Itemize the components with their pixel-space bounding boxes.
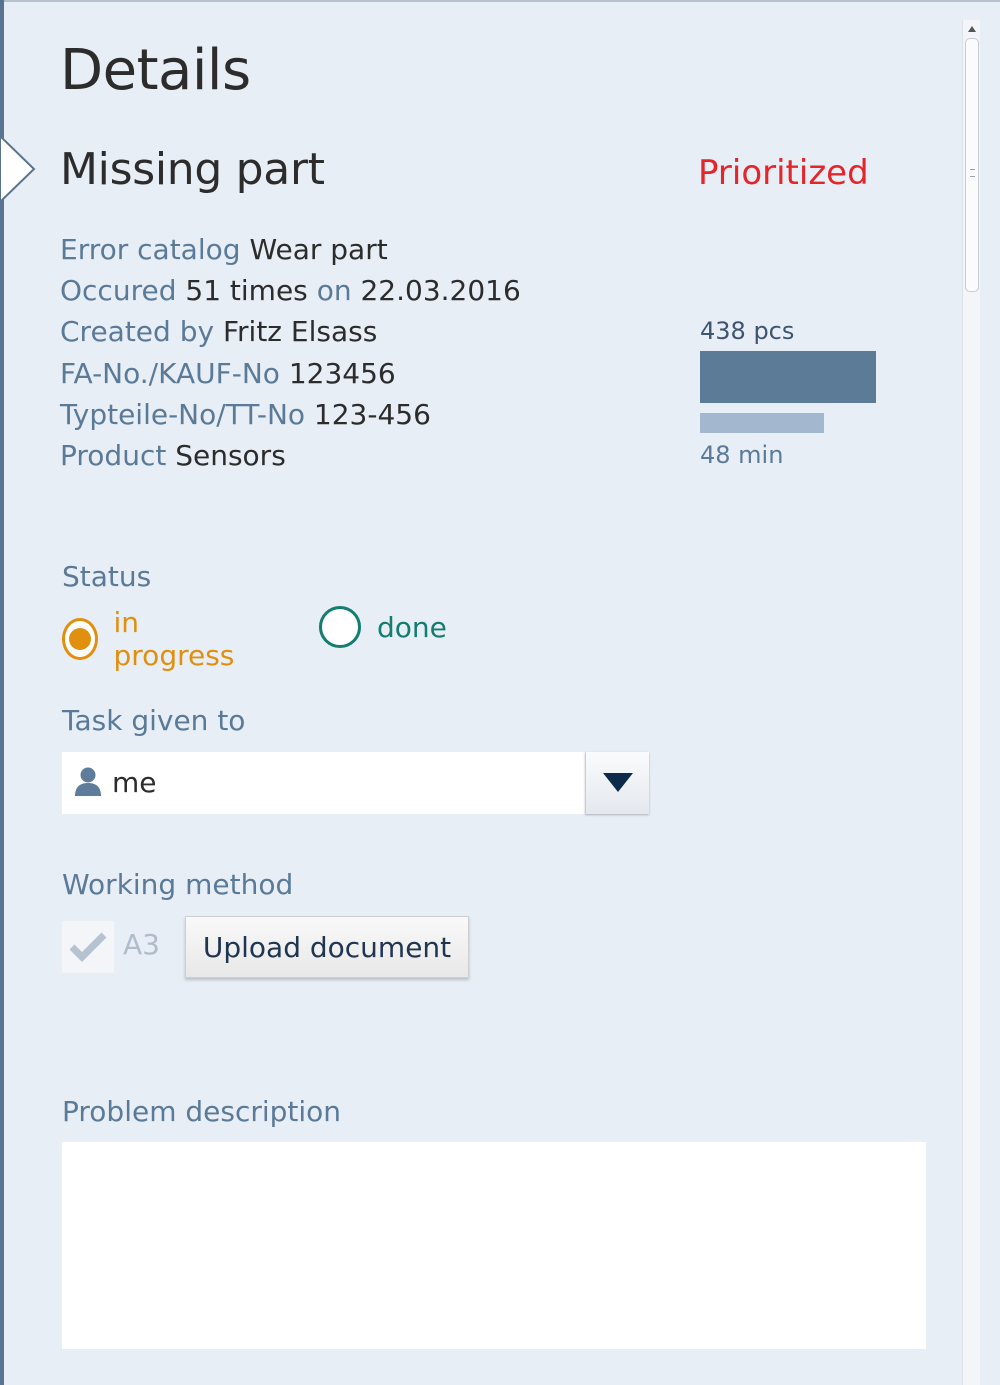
error-catalog-value: Wear part <box>249 233 388 266</box>
status-option-label: in progress <box>113 606 235 672</box>
occured-label: Occured <box>60 274 177 308</box>
problem-description-input[interactable] <box>62 1142 926 1349</box>
task-assignee-value: me <box>112 766 157 799</box>
typteile-value: 123-456 <box>313 397 431 431</box>
window-left-border <box>0 0 4 1385</box>
panel-pointer-arrow <box>0 136 36 202</box>
vertical-scrollbar[interactable] <box>962 20 980 1385</box>
chevron-down-icon <box>602 773 633 792</box>
error-catalog-label: Error catalog <box>60 233 241 266</box>
status-option-label: done <box>377 610 447 644</box>
typteile-label: Typteile-No/TT-No <box>60 397 306 431</box>
radio-selected-icon <box>62 618 98 660</box>
info-row-typteile: Typteile-No/TT-No 123-456 <box>60 394 521 435</box>
page-title: Details <box>60 38 251 103</box>
window-top-border <box>0 0 1000 2</box>
status-radio-in-progress[interactable]: in progress <box>62 606 241 672</box>
dropdown-button[interactable] <box>585 752 649 814</box>
status-label: Status <box>62 560 152 593</box>
upload-document-button[interactable]: Upload document <box>185 916 469 978</box>
task-label: Task given to <box>62 704 246 737</box>
on-label: on <box>316 274 352 308</box>
created-by-value: Fritz Elsass <box>222 315 378 349</box>
occured-date: 22.03.2016 <box>360 274 521 308</box>
minutes-bar <box>700 413 824 433</box>
a3-checkbox-label: A3 <box>123 928 160 961</box>
status-radio-done[interactable]: done <box>319 606 447 648</box>
checkmark-icon <box>69 932 107 962</box>
problem-description-label: Problem description <box>62 1095 342 1128</box>
priority-badge: Prioritized <box>698 153 869 193</box>
occured-count: 51 times <box>185 274 308 308</box>
info-row-error-catalog: Error catalog Wear part <box>60 229 521 270</box>
user-icon <box>75 767 101 796</box>
a3-checkbox[interactable] <box>62 921 114 973</box>
info-row-occured: Occured 51 times on 22.03.2016 <box>60 270 521 311</box>
fa-no-label: FA-No./KAUF-No <box>60 356 280 390</box>
pieces-metric: 438 pcs <box>700 317 795 345</box>
issue-title: Missing part <box>60 144 325 195</box>
issue-info-list: Error catalog Wear part Occured 51 times… <box>60 229 521 476</box>
task-assignee-select[interactable]: me <box>62 752 649 814</box>
radio-unselected-icon <box>319 606 361 648</box>
scrollbar-thumb[interactable] <box>965 38 979 292</box>
scroll-grip-icon <box>970 169 975 177</box>
minutes-metric: 48 min <box>700 441 784 469</box>
pieces-bar <box>700 351 876 403</box>
created-by-label: Created by <box>60 315 215 349</box>
info-row-fa-no: FA-No./KAUF-No 123456 <box>60 353 521 394</box>
fa-no-value: 123456 <box>288 356 396 390</box>
info-row-product: Product Sensors <box>60 435 521 476</box>
product-value: Sensors <box>175 439 286 473</box>
scroll-up-arrow-icon <box>968 26 976 32</box>
working-method-label: Working method <box>62 868 294 901</box>
info-row-created-by: Created by Fritz Elsass <box>60 311 521 352</box>
product-label: Product <box>60 439 167 473</box>
scroll-up-button[interactable] <box>963 20 981 38</box>
